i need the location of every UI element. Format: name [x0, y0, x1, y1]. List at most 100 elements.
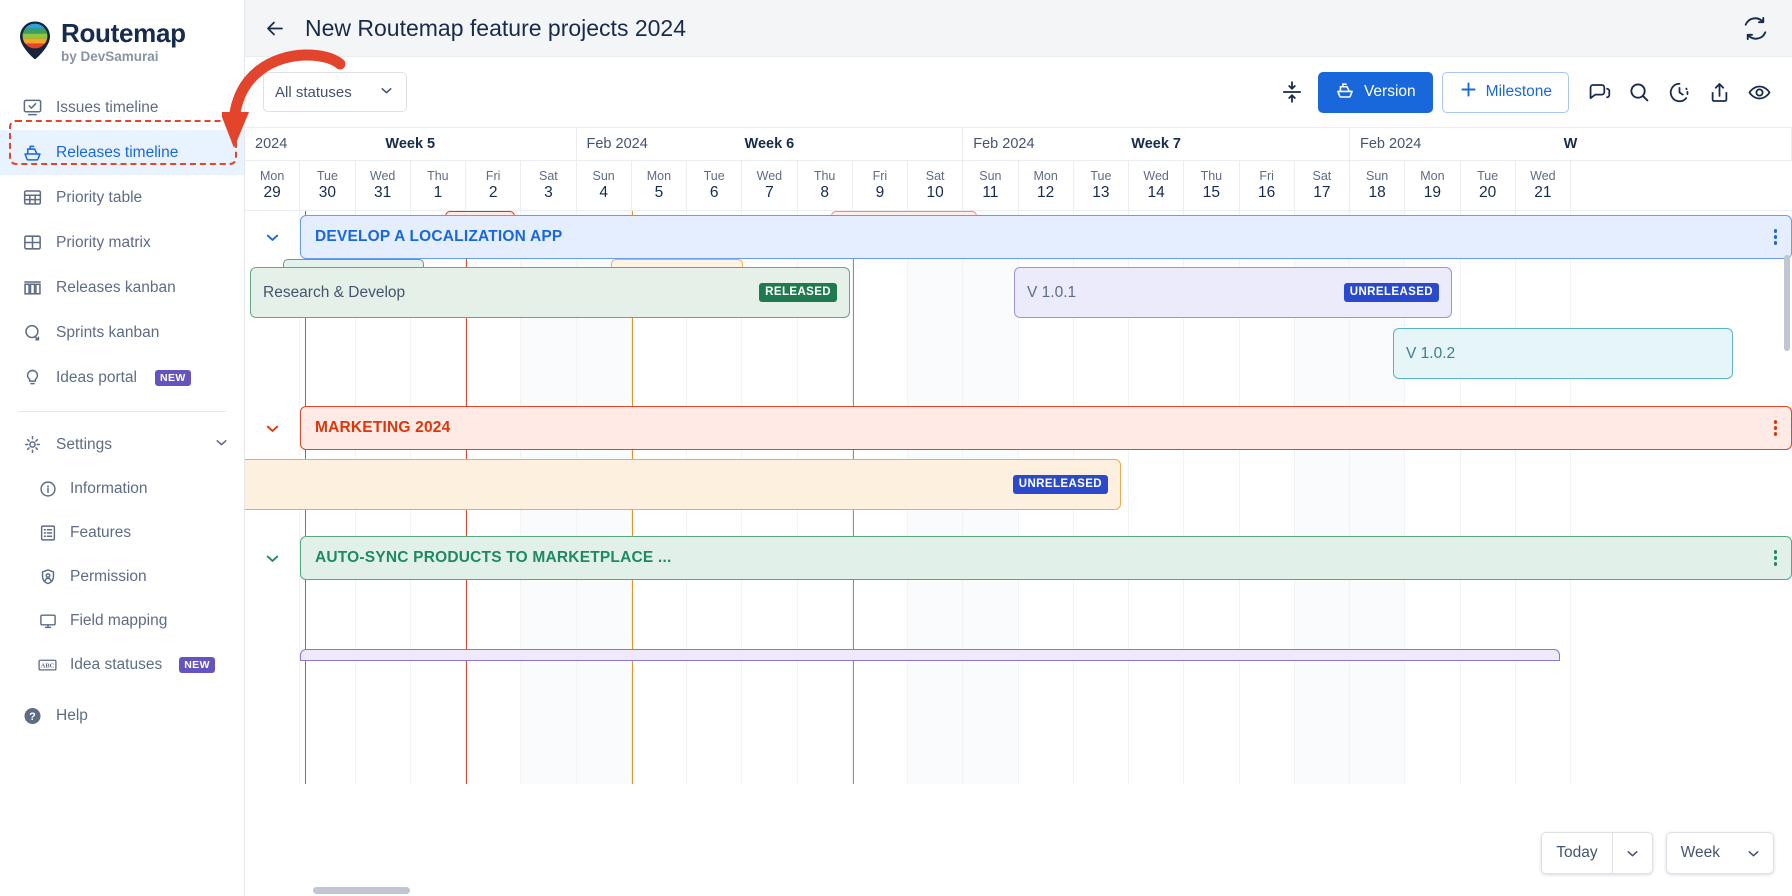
horizontal-scrollbar[interactable]: [245, 885, 1792, 896]
status-filter-select[interactable]: All statuses: [263, 72, 407, 112]
version-bar-v102[interactable]: V 1.0.2: [1393, 328, 1733, 379]
version-bar-v101[interactable]: V 1.0.1 UNRELEASED: [1014, 267, 1452, 318]
sidebar-item-issues-timeline[interactable]: Issues timeline: [0, 85, 244, 130]
chevron-down-icon[interactable]: [245, 228, 300, 247]
sidebar-item-settings[interactable]: Settings: [0, 422, 244, 467]
today-button[interactable]: Today: [1541, 832, 1652, 874]
week-header-cell: 2024 Week 5: [245, 128, 577, 160]
sidebar-item-priority-matrix[interactable]: Priority matrix: [0, 220, 244, 265]
group-menu-button[interactable]: [1774, 229, 1778, 245]
week-header-cell: Feb 2024Week 6: [577, 128, 964, 160]
sidebar-item-ideas-portal[interactable]: Ideas portal NEW: [0, 355, 244, 400]
vertical-scrollbar[interactable]: [1782, 255, 1791, 885]
timeline-canvas: 2024 Week 5 Feb 2024Week 6Feb 2024 Week 7 Fe…: [245, 127, 1792, 896]
scrollbar-thumb[interactable]: [313, 887, 410, 894]
group-row-auto-sync-products[interactable]: AUTO-SYNC PRODUCTS TO MARKETPLACE ...: [245, 536, 1792, 580]
timeline-area[interactable]: 2024 Week 5 Feb 2024Week 6Feb 2024 Week 7 Fe…: [245, 127, 1792, 896]
chevron-down-icon[interactable]: [245, 419, 300, 438]
search-icon[interactable]: [1623, 76, 1656, 109]
add-version-button[interactable]: Version: [1318, 72, 1433, 113]
day-name: Sun: [593, 169, 615, 183]
sidebar: Routemap by DevSamurai Issues timeline: [0, 0, 245, 896]
new-badge: NEW: [179, 657, 215, 673]
history-clock-icon[interactable]: [1663, 76, 1696, 109]
chevron-down-icon[interactable]: [213, 434, 230, 456]
day-number: 16: [1258, 184, 1275, 202]
sidebar-item-field-mapping[interactable]: Field mapping: [0, 599, 244, 643]
day-number: 14: [1148, 184, 1165, 202]
sidebar-item-label: Help: [56, 707, 88, 725]
chevron-down-icon: [378, 82, 395, 103]
sidebar-item-idea-statuses[interactable]: ABC Idea statuses NEW: [0, 643, 244, 687]
add-milestone-label: Milestone: [1486, 83, 1552, 101]
group-bar[interactable]: AUTO-SYNC PRODUCTS TO MARKETPLACE ...: [300, 536, 1792, 580]
week-header-cell: Feb 2024W: [1350, 128, 1792, 160]
sidebar-item-help[interactable]: ? Help: [0, 693, 244, 738]
day-number: 19: [1424, 184, 1441, 202]
group-label: MARKETING 2024: [315, 419, 450, 437]
scrollbar-thumb[interactable]: [1784, 255, 1790, 351]
toolbar: All statuses: [245, 57, 1792, 127]
day-header-cell: Thu8: [798, 161, 853, 210]
week-month-label: Feb 2024: [963, 136, 1034, 152]
ship-icon: [1335, 80, 1355, 105]
sidebar-item-releases-kanban[interactable]: Releases kanban: [0, 265, 244, 310]
comment-icon[interactable]: [1583, 76, 1616, 109]
new-badge: NEW: [155, 370, 191, 386]
releases-timeline-icon: [22, 142, 43, 163]
day-header-cell: Sun11: [963, 161, 1018, 210]
group-row-marketing-2024[interactable]: MARKETING 2024: [245, 406, 1792, 450]
version-bar-research-develop[interactable]: Research & Develop RELEASED: [250, 267, 850, 318]
day-header-cell: Tue13: [1074, 161, 1129, 210]
sidebar-item-label: Issues timeline: [56, 99, 159, 117]
group-bar[interactable]: MARKETING 2024: [300, 406, 1792, 450]
day-name: Thu: [427, 169, 449, 183]
zoom-level-select[interactable]: Week: [1666, 832, 1774, 874]
week-month-label: 2024: [245, 136, 287, 152]
day-number: 21: [1534, 184, 1551, 202]
sync-refresh-icon[interactable]: [1738, 11, 1772, 45]
chevron-down-icon[interactable]: [245, 549, 300, 568]
day-name: Sat: [926, 169, 945, 183]
day-header-cell: Sun18: [1350, 161, 1405, 210]
week-number-label: Week 5: [385, 136, 435, 152]
day-name: Mon: [647, 169, 671, 183]
group-row-develop-localization-app[interactable]: DEVELOP A LOCALIZATION APP: [245, 215, 1792, 259]
share-export-icon[interactable]: [1703, 76, 1736, 109]
version-label: V 1.0.2: [1406, 345, 1455, 363]
day-header-cell: Fri16: [1240, 161, 1295, 210]
chevron-down-icon[interactable]: [1613, 845, 1652, 862]
sidebar-item-label: Ideas portal: [56, 369, 137, 387]
day-number: 7: [765, 184, 774, 202]
day-number: 6: [710, 184, 719, 202]
status-filter-value: All statuses: [275, 84, 352, 101]
version-bar-marketing-unreleased[interactable]: UNRELEASED: [245, 459, 1121, 510]
add-milestone-button[interactable]: Milestone: [1442, 72, 1569, 113]
group-bar[interactable]: DEVELOP A LOCALIZATION APP: [300, 215, 1792, 259]
day-header-cell: Sat17: [1295, 161, 1350, 210]
brand-subtitle: by DevSamurai: [61, 49, 186, 65]
arrow-left-icon[interactable]: [263, 16, 287, 40]
sidebar-item-information[interactable]: Information: [0, 467, 244, 511]
eye-icon[interactable]: [1743, 76, 1776, 109]
group-menu-button[interactable]: [1774, 420, 1778, 436]
day-header-cell: Wed14: [1129, 161, 1184, 210]
version-bar-partial-bottom[interactable]: [300, 649, 1560, 661]
timeline-footer-controls: Today Week: [1541, 832, 1774, 874]
sidebar-item-sprints-kanban[interactable]: Sprints kanban: [0, 310, 244, 355]
sidebar-item-permission[interactable]: Permission: [0, 555, 244, 599]
timeline-day-header: Mon29Tue30Wed31Thu1Fri2Sat3Sun4Mon5Tue6W…: [245, 161, 1792, 211]
routemap-pin-logo: [18, 20, 52, 60]
plus-icon: [1459, 80, 1478, 104]
day-number: 29: [264, 184, 281, 202]
group-menu-button[interactable]: [1774, 550, 1778, 566]
sidebar-item-features[interactable]: Features: [0, 511, 244, 555]
sidebar-item-priority-table[interactable]: Priority table: [0, 175, 244, 220]
collapse-rows-icon[interactable]: [1276, 76, 1309, 109]
chevron-down-icon[interactable]: [1734, 845, 1773, 862]
sidebar-item-releases-timeline[interactable]: Releases timeline: [0, 130, 244, 175]
brand-logo-block[interactable]: Routemap by DevSamurai: [0, 14, 244, 65]
day-name: Mon: [1033, 169, 1057, 183]
sidebar-item-label: Settings: [56, 436, 112, 454]
sidebar-divider: [18, 411, 226, 412]
